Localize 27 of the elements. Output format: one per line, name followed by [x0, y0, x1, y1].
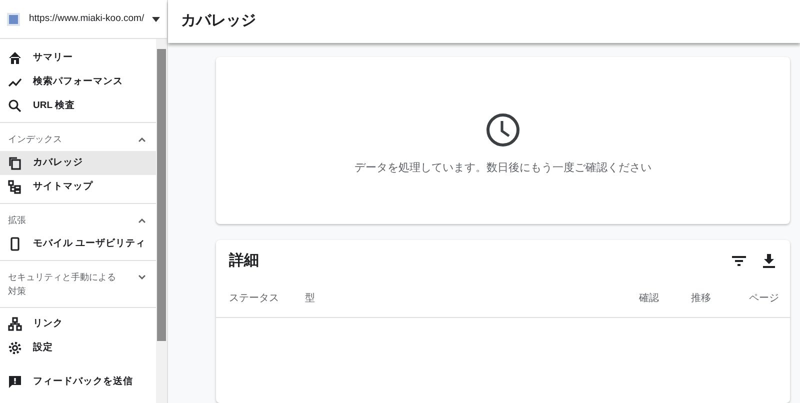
download-icon[interactable]	[761, 253, 777, 269]
feedback-icon	[8, 375, 22, 389]
column-header[interactable]: 型	[305, 291, 639, 306]
filter-icon[interactable]	[731, 253, 747, 269]
status-message: データを処理しています。数日後にもう一度ご確認ください	[354, 160, 652, 176]
nav-item[interactable]: カバレッジ	[0, 151, 156, 175]
settings-icon	[8, 341, 22, 355]
scrollbar[interactable]	[156, 39, 167, 403]
section-header[interactable]: セキュリティと手動による対策	[0, 265, 156, 303]
property-selector[interactable]: https://www.miaki-koo.com/	[29, 12, 160, 26]
copy-icon	[8, 156, 22, 170]
column-header[interactable]: ページ	[749, 291, 777, 306]
section-header[interactable]: インデックス	[0, 127, 156, 151]
page-title: カバレッジ	[181, 11, 256, 32]
column-header[interactable]: ステータス	[229, 291, 305, 306]
clock-icon	[485, 112, 521, 148]
network-icon	[8, 317, 22, 331]
column-header[interactable]: 確認	[639, 291, 691, 306]
sitemap-icon	[8, 180, 22, 194]
details-title: 詳細	[229, 250, 260, 271]
section-header[interactable]: 拡張	[0, 208, 156, 232]
smartphone-icon	[8, 237, 22, 251]
home-icon	[8, 51, 22, 65]
column-header[interactable]: 推移	[691, 291, 749, 306]
dropdown-caret-icon	[152, 16, 160, 22]
site-favicon-icon	[7, 12, 20, 26]
search-icon	[8, 99, 22, 113]
